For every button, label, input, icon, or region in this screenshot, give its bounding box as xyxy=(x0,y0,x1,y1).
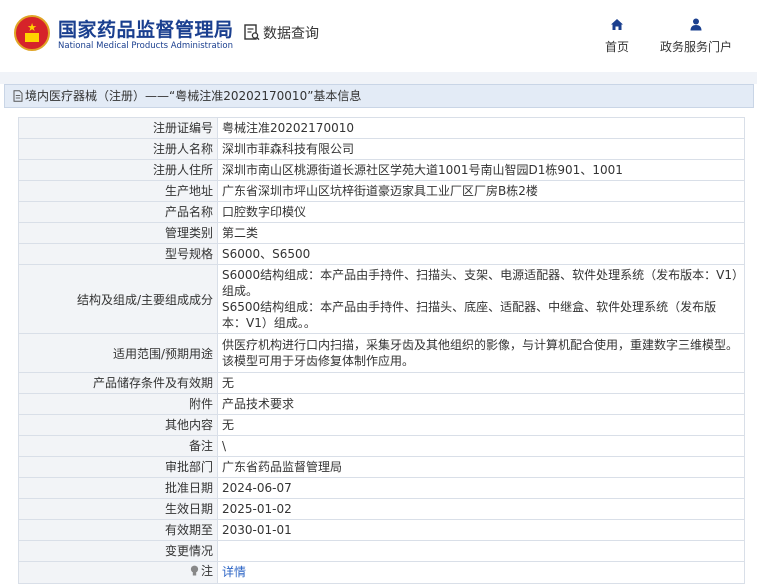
data-query-label: 数据查询 xyxy=(263,26,319,42)
table-row: 变更情况 xyxy=(18,540,745,562)
field-label: 生效日期 xyxy=(18,498,218,520)
table-row: 结构及组成/主要组成成分 S6000结构组成：本产品由手持件、扫描头、支架、电源适… xyxy=(18,264,745,334)
field-label: 附件 xyxy=(18,393,218,415)
table-row: 注册证编号 粤械注准20202170010 xyxy=(18,117,745,139)
field-label: 适用范围/预期用途 xyxy=(18,333,218,373)
note-label: 注 xyxy=(200,564,213,578)
field-value: 2030-01-01 xyxy=(217,519,745,541)
field-label: 变更情况 xyxy=(18,540,218,562)
field-label: 产品储存条件及有效期 xyxy=(18,372,218,394)
field-value: S6000结构组成：本产品由手持件、扫描头、支架、电源适配器、软件处理系统（发布… xyxy=(217,264,745,334)
field-value: 口腔数字印模仪 xyxy=(217,201,745,223)
data-query-link[interactable]: 数据查询 xyxy=(244,23,319,45)
table-row: 产品名称 口腔数字印模仪 xyxy=(18,201,745,223)
nav-service-portal[interactable]: 政务服务门户 xyxy=(660,18,732,55)
breadcrumb-text: 境内医疗器械（注册）——“粤械注准20202170010”基本信息 xyxy=(25,89,362,103)
field-label: 管理类别 xyxy=(18,222,218,244)
field-value: 深圳市南山区桃源街道长源社区学苑大道1001号南山智园D1栋901、1001 xyxy=(217,159,745,181)
field-label: 产品名称 xyxy=(18,201,218,223)
field-label: 批准日期 xyxy=(18,477,218,499)
home-icon xyxy=(605,18,629,34)
field-label: 生产地址 xyxy=(18,180,218,202)
table-row: 管理类别 第二类 xyxy=(18,222,745,244)
field-label: 其他内容 xyxy=(18,414,218,436)
field-value: 深圳市菲森科技有限公司 xyxy=(217,138,745,160)
field-value: 第二类 xyxy=(217,222,745,244)
field-label: 结构及组成/主要组成成分 xyxy=(18,264,218,334)
table-row: 型号规格 S6000、S6500 xyxy=(18,243,745,265)
national-emblem-logo: ★ xyxy=(14,15,50,51)
table-row: 审批部门 广东省药品监督管理局 xyxy=(18,456,745,478)
table-row: 有效期至 2030-01-01 xyxy=(18,519,745,541)
nav-home[interactable]: 首页 xyxy=(605,18,629,55)
user-icon xyxy=(660,18,732,34)
field-label: 备注 xyxy=(18,435,218,457)
registration-info-table: 注册证编号 粤械注准20202170010 注册人名称 深圳市菲森科技有限公司 注册人住… xyxy=(18,117,745,584)
site-title-cn: 国家药品监督管理局 xyxy=(58,19,234,41)
field-value: 2025-01-02 xyxy=(217,498,745,520)
field-label: 注册人住所 xyxy=(18,159,218,181)
field-value: 广东省深圳市坪山区坑梓街道豪迈家具工业厂区厂房B栋2楼 xyxy=(217,180,745,202)
nav-home-label: 首页 xyxy=(605,40,630,54)
header-divider xyxy=(0,72,757,84)
note-label-cell: 注 xyxy=(18,561,218,584)
field-value: S6000、S6500 xyxy=(217,243,745,265)
breadcrumb: 境内医疗器械（注册）——“粤械注准20202170010”基本信息 xyxy=(4,84,754,108)
field-label: 审批部门 xyxy=(18,456,218,478)
table-row: 产品储存条件及有效期无 xyxy=(18,372,745,394)
note-value-cell: 详情 xyxy=(217,561,745,584)
field-value: 产品技术要求 xyxy=(217,393,745,415)
table-row: 备注 \ xyxy=(18,435,745,457)
table-row: 生效日期 2025-01-02 xyxy=(18,498,745,520)
document-icon xyxy=(13,87,23,109)
field-value: 粤械注准20202170010 xyxy=(217,117,745,139)
table-row-note: 注详情 xyxy=(18,561,745,584)
field-label: 有效期至 xyxy=(18,519,218,541)
table-row: 附件 产品技术要求 xyxy=(18,393,745,415)
field-value: 广东省药品监督管理局 xyxy=(217,456,745,478)
table-row: 注册人住所 深圳市南山区桃源街道长源社区学苑大道1001号南山智园D1栋901、1… xyxy=(18,159,745,181)
field-label: 注册证编号 xyxy=(18,117,218,139)
nav-service-portal-label: 政务服务门户 xyxy=(660,40,733,54)
table-row: 其他内容无 xyxy=(18,414,745,436)
field-value: 无 xyxy=(217,372,745,394)
field-label: 型号规格 xyxy=(18,243,218,265)
site-title-en: National Medical Products Administration xyxy=(58,41,233,51)
site-header: ★ 国家药品监督管理局 National Medical Products Ad… xyxy=(0,0,757,72)
field-value xyxy=(217,540,745,562)
document-search-icon xyxy=(244,24,260,45)
field-label: 注册人名称 xyxy=(18,138,218,160)
field-value: \ xyxy=(217,435,745,457)
lightbulb-icon xyxy=(190,565,199,581)
field-value: 无 xyxy=(217,414,745,436)
table-row: 适用范围/预期用途 供医疗机构进行口内扫描，采集牙齿及其他组织的影像，与计算机配合… xyxy=(18,333,745,373)
table-row: 注册人名称 深圳市菲森科技有限公司 xyxy=(18,138,745,160)
details-link[interactable]: 详情 xyxy=(222,565,246,579)
table-row: 批准日期 2024-06-07 xyxy=(18,477,745,499)
table-row: 生产地址 广东省深圳市坪山区坑梓街道豪迈家具工业厂区厂房B栋2楼 xyxy=(18,180,745,202)
field-value: 2024-06-07 xyxy=(217,477,745,499)
field-value: 供医疗机构进行口内扫描，采集牙齿及其他组织的影像，与计算机配合使用，重建数字三维… xyxy=(217,333,745,373)
